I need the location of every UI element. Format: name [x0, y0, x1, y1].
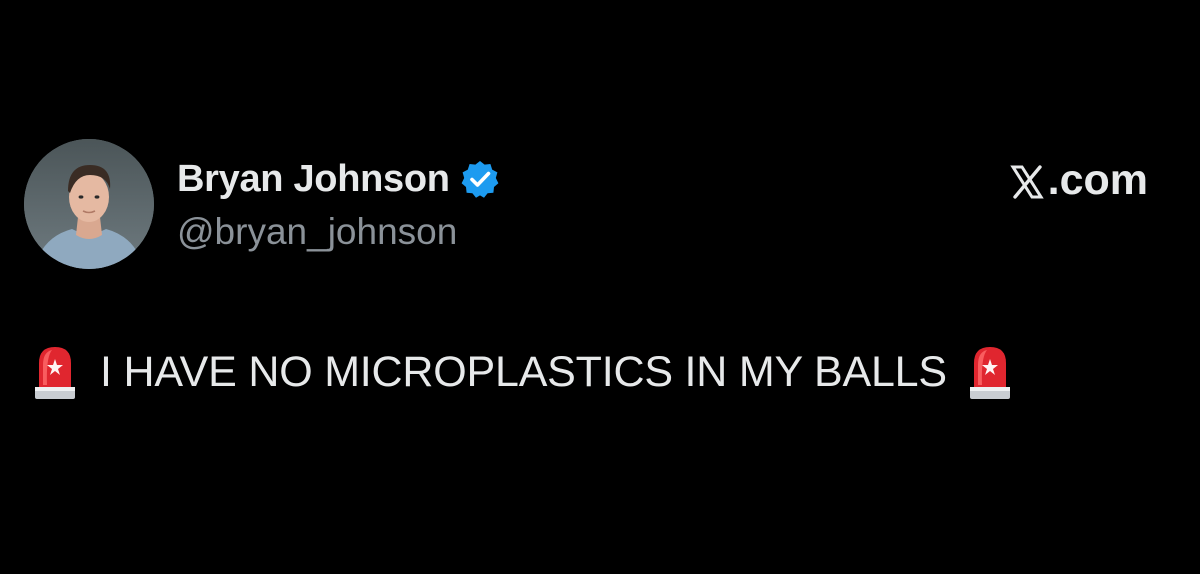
tweet-body: I HAVE NO MICROPLASTICS IN MY BALLS [32, 341, 1013, 403]
author-display-name[interactable]: Bryan Johnson [177, 154, 450, 204]
verified-badge-icon [460, 159, 500, 199]
tweet-text: I HAVE NO MICROPLASTICS IN MY BALLS [100, 348, 947, 396]
x-brand[interactable]: .com [1009, 152, 1148, 208]
author-handle[interactable]: @bryan_johnson [177, 207, 457, 257]
avatar[interactable] [24, 139, 154, 269]
brand-domain-label: .com [1047, 155, 1148, 204]
police-siren-emoji [967, 343, 1013, 401]
author-name-row: Bryan Johnson [177, 154, 500, 204]
police-siren-emoji [32, 343, 78, 401]
profile-photo [24, 139, 154, 269]
x-logo-icon [1009, 162, 1044, 199]
tweet-card: Bryan Johnson @bryan_johnson .com I HAVE… [0, 0, 1200, 574]
